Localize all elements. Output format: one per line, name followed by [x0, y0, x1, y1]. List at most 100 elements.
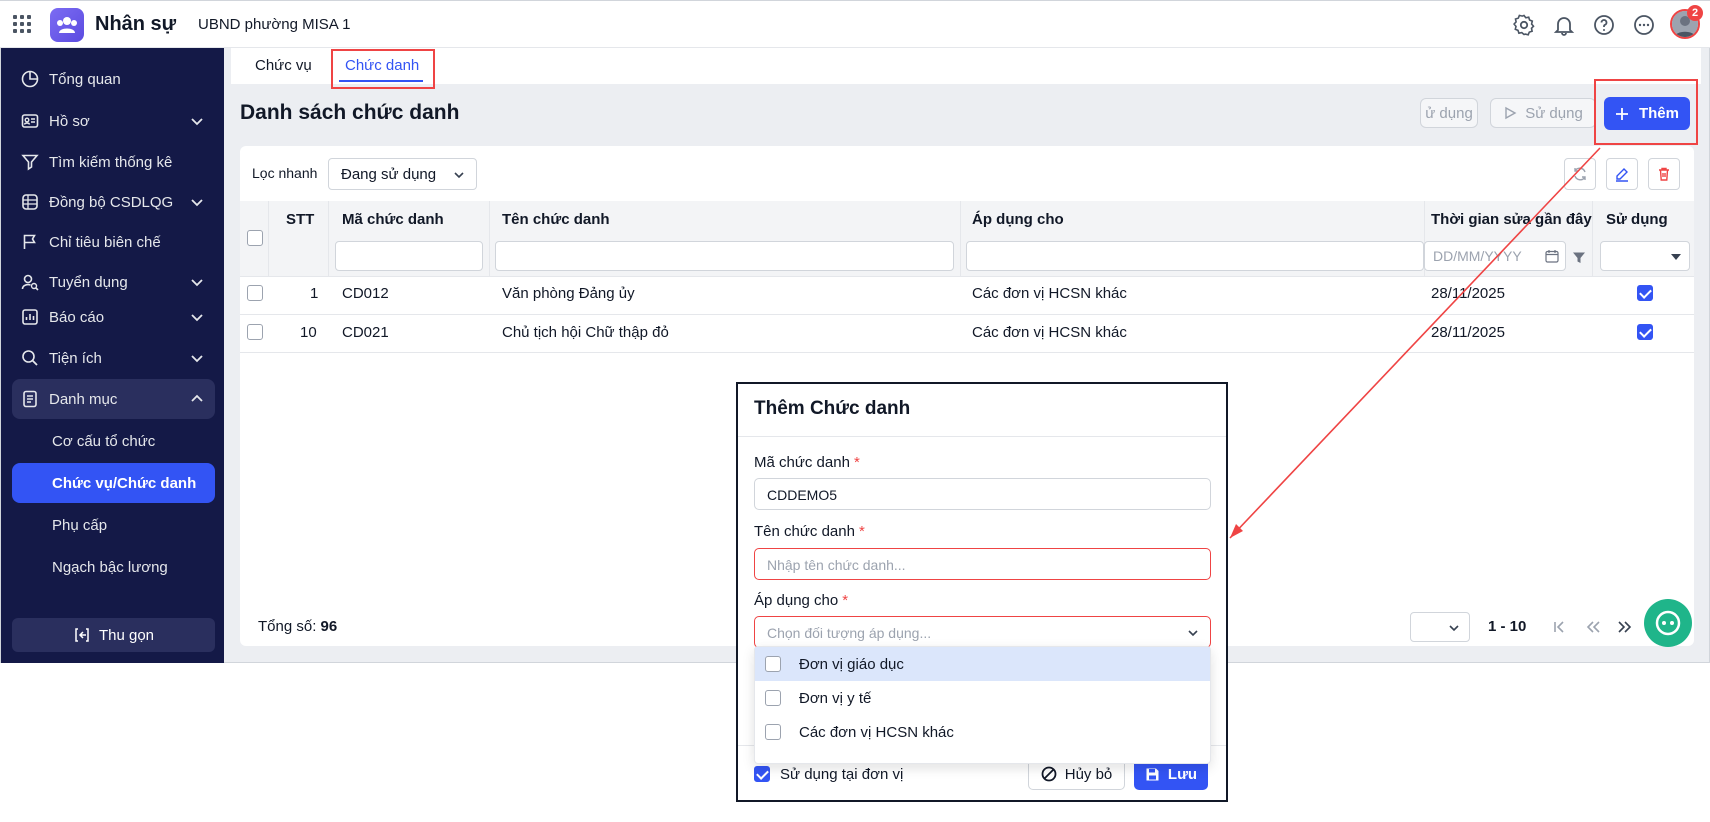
option-label: Đơn vị y tế	[799, 689, 872, 707]
chevron-down-icon	[191, 279, 203, 287]
filter-icon[interactable]	[1572, 251, 1586, 265]
name-field[interactable]: Nhập tên chức danh...	[754, 548, 1211, 580]
apply-select[interactable]: Chọn đối tượng áp dụng...	[754, 616, 1211, 648]
column-header-in-use[interactable]: Sử dụng	[1606, 211, 1668, 228]
sidebar-item-profile[interactable]: Hồ sơ	[12, 101, 215, 141]
page-range: 1 - 10	[1488, 618, 1527, 635]
sidebar-item-staffing-quota[interactable]: Chỉ tiêu biên chế	[12, 222, 215, 262]
sidebar-item-label: Tìm kiếm thống kê	[49, 153, 173, 171]
save-label: Lưu	[1167, 765, 1198, 783]
app-logo-icon	[50, 8, 84, 42]
sidebar-item-search-stats[interactable]: Tìm kiếm thống kê	[12, 142, 215, 182]
pie-chart-icon	[20, 69, 40, 89]
cell-apply: Các đơn vị HCSN khác	[972, 285, 1127, 302]
chat-bot-button[interactable]	[1644, 599, 1692, 647]
column-header-modified[interactable]: Thời gian sửa gần đây	[1431, 211, 1592, 228]
caret-down-icon	[1671, 254, 1681, 260]
use-button[interactable]: Sử dụng	[1490, 98, 1596, 128]
chevron-down-icon	[191, 355, 203, 363]
sidebar-subitem-salary-grade[interactable]: Ngạch bậc lương	[12, 547, 215, 587]
dropdown-option[interactable]: Các đơn vị HCSN khác	[755, 715, 1210, 749]
bell-icon[interactable]	[1552, 13, 1576, 37]
filter-icon	[20, 152, 40, 172]
sidebar-item-label: Danh mục	[49, 390, 118, 408]
delete-button[interactable]	[1648, 158, 1680, 190]
name-label-text: Tên chức danh	[754, 523, 855, 540]
column-divider	[960, 201, 961, 277]
dialog-title: Thêm Chức danh	[754, 398, 911, 419]
total-count: Tổng số: 96	[258, 618, 337, 635]
filter-in-use-select[interactable]	[1600, 241, 1690, 271]
first-page-icon[interactable]	[1550, 618, 1568, 636]
column-header-apply[interactable]: Áp dụng cho	[972, 211, 1064, 228]
cell-name: Chủ tịch hội Chữ thập đỏ	[502, 324, 669, 341]
page-title: Danh sách chức danh	[240, 101, 460, 124]
sidebar-item-label: Tổng quan	[49, 70, 121, 88]
sidebar-item-utilities[interactable]: Tiện ích	[12, 338, 215, 378]
sidebar-item-sync-db[interactable]: Đồng bộ CSDLQG	[12, 182, 215, 222]
play-icon	[1505, 106, 1517, 120]
filter-apply-input[interactable]	[966, 241, 1424, 271]
cell-modified: 28/11/2025	[1431, 324, 1505, 341]
sidebar-item-recruitment[interactable]: Tuyển dụng	[12, 262, 215, 302]
calendar-icon[interactable]	[1545, 249, 1559, 263]
sidebar: Tổng quan Hồ sơ Tìm kiếm thống kê Đồng b…	[0, 48, 224, 663]
sidebar-subitem-position-title[interactable]: Chức vụ/Chức danh	[12, 463, 215, 503]
partial-use-label: ử dụng	[1425, 104, 1473, 122]
notification-badge: 2	[1687, 5, 1703, 21]
partial-use-button[interactable]: ử dụng	[1420, 98, 1478, 128]
row-checkbox[interactable]	[247, 324, 263, 340]
column-header-name[interactable]: Tên chức danh	[502, 211, 610, 228]
prev-page-icon[interactable]	[1584, 618, 1602, 636]
sidebar-item-overview[interactable]: Tổng quan	[12, 59, 215, 99]
cell-code: CD012	[342, 285, 389, 302]
select-all-checkbox[interactable]	[247, 230, 263, 246]
option-checkbox[interactable]	[765, 690, 781, 706]
option-checkbox[interactable]	[765, 724, 781, 740]
row-checkbox[interactable]	[247, 285, 263, 301]
filter-name-input[interactable]	[495, 241, 954, 271]
filter-code-input[interactable]	[335, 241, 483, 271]
sidebar-subitem-org-structure[interactable]: Cơ cấu tổ chức	[12, 421, 215, 461]
column-divider	[489, 201, 490, 277]
option-checkbox[interactable]	[765, 656, 781, 672]
use-at-unit-checkbox[interactable]	[754, 766, 770, 782]
page-size-select[interactable]	[1410, 612, 1470, 642]
app-launcher-icon[interactable]	[13, 15, 31, 33]
dropdown-option[interactable]: Đơn vị y tế	[755, 681, 1210, 715]
cell-in-use-checkbox[interactable]	[1637, 324, 1653, 340]
name-field-label: Tên chức danh *	[754, 523, 865, 540]
use-at-unit-label[interactable]: Sử dụng tại đơn vị	[780, 766, 903, 783]
code-field[interactable]: CDDEMO5	[754, 478, 1211, 510]
sidebar-item-label: Đồng bộ CSDLQG	[49, 193, 174, 211]
next-page-icon[interactable]	[1616, 618, 1634, 636]
sidebar-subitem-allowance[interactable]: Phụ cấp	[12, 505, 215, 545]
date-placeholder: DD/MM/YYYY	[1433, 248, 1522, 264]
cell-stt: 1	[310, 285, 319, 302]
column-divider	[328, 201, 329, 277]
cell-in-use-checkbox[interactable]	[1637, 285, 1653, 301]
more-icon[interactable]	[1632, 13, 1656, 37]
search-icon	[20, 348, 40, 368]
use-label: Sử dụng	[1525, 104, 1583, 122]
collapse-sidebar-button[interactable]: Thu gọn	[12, 618, 215, 652]
refresh-icon	[1574, 167, 1586, 181]
help-icon[interactable]	[1592, 13, 1616, 37]
edit-button[interactable]	[1606, 158, 1638, 190]
organization-name[interactable]: UBND phường MISA 1	[198, 16, 350, 33]
sidebar-item-catalog[interactable]: Danh mục	[12, 379, 215, 419]
column-header-code[interactable]: Mã chức danh	[342, 211, 444, 228]
divider	[738, 436, 1226, 437]
tab-position[interactable]: Chức vụ	[255, 57, 312, 74]
cancel-icon	[1041, 766, 1057, 782]
sidebar-item-reports[interactable]: Báo cáo	[12, 297, 215, 337]
refresh-button[interactable]	[1564, 158, 1596, 190]
filter-date-input[interactable]: DD/MM/YYYY	[1424, 241, 1566, 271]
dropdown-option[interactable]: Đơn vị giáo dục	[755, 647, 1210, 681]
report-icon	[20, 307, 40, 327]
total-label: Tổng số:	[258, 618, 317, 635]
apply-field-label: Áp dụng cho *	[754, 592, 848, 609]
quick-filter-select[interactable]: Đang sử dụng	[328, 158, 477, 190]
gear-icon[interactable]	[1512, 13, 1536, 37]
chevron-up-icon	[191, 394, 203, 402]
